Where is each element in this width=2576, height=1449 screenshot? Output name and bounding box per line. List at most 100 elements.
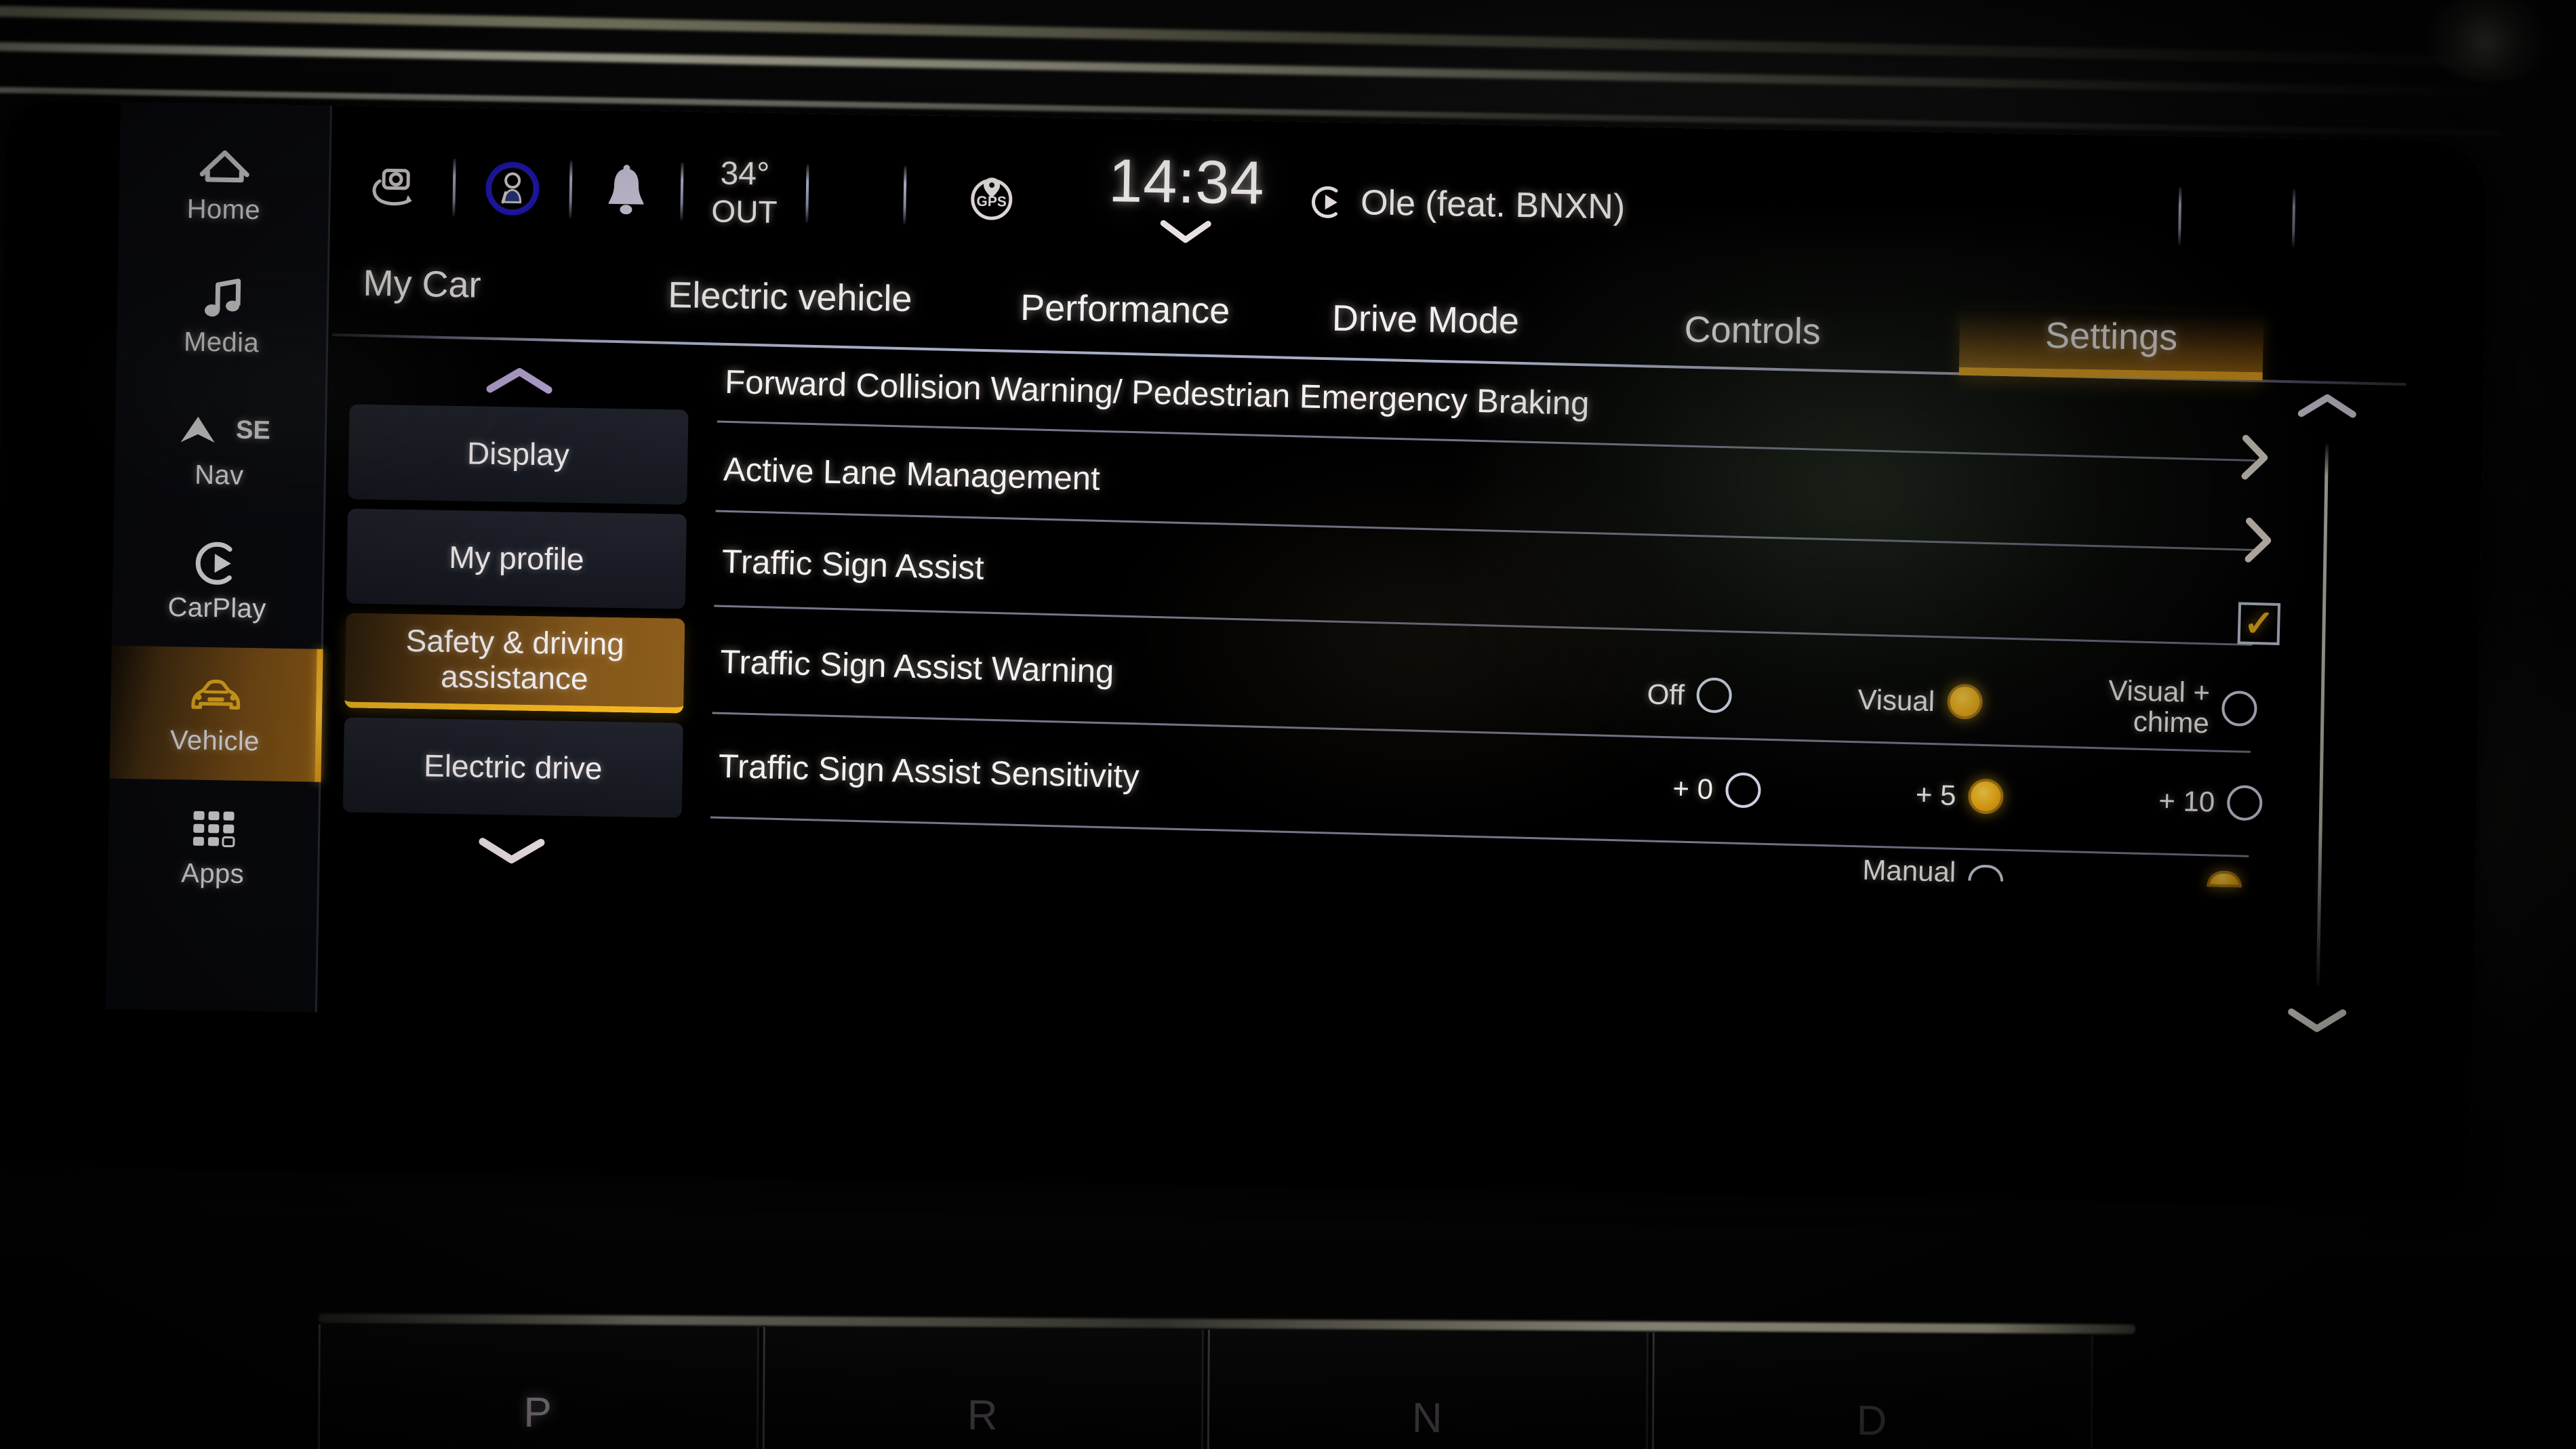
radio-dot-selected[interactable] — [1967, 778, 2005, 815]
tab-my-car[interactable]: My Car — [353, 257, 491, 319]
tab-drive-mode[interactable]: Drive Mode — [1322, 291, 1529, 354]
radio-option-visual[interactable]: Visual — [1857, 682, 1983, 720]
outside-temperature: 34° OUT — [711, 155, 778, 230]
gear-label: D — [1856, 1397, 1889, 1445]
status-right-separators — [2150, 186, 2480, 250]
sidebar-item-apps[interactable]: Apps — [107, 779, 319, 915]
gear-label: P — [523, 1389, 553, 1437]
gear-button-reverse[interactable]: R — [762, 1327, 1204, 1449]
occupant-alert-icon[interactable] — [483, 160, 541, 218]
scroll-down-button[interactable] — [2284, 1004, 2350, 1041]
temperature-label: OUT — [711, 193, 778, 230]
radio-dot[interactable] — [1696, 677, 1733, 714]
radio-label: Visual — [1857, 682, 1935, 717]
now-playing[interactable]: Ole (feat. BNXN) — [1309, 182, 1626, 228]
status-bar: 34° OUT GPS 14:34 Ole (feat. BNXN) — [336, 118, 2480, 289]
scroll-up-button[interactable] — [2295, 389, 2360, 426]
sidebar-item-label: CarPlay — [167, 592, 267, 624]
radio-dot-selected[interactable] — [1946, 683, 1983, 720]
setting-label: Traffic Sign Assist — [721, 543, 985, 587]
radio-label: + 10 — [2158, 784, 2215, 818]
submenu-item-display[interactable]: Display — [348, 404, 689, 505]
radio-label: Visual + chime — [2108, 674, 2211, 739]
submenu-scroll-down-button[interactable] — [338, 821, 685, 880]
radio-option-manual[interactable]: Manual — [1861, 853, 2004, 889]
settings-submenu: Display My profile Safety & driving assi… — [336, 351, 693, 1007]
radio-option-off[interactable]: Off — [1647, 676, 1733, 714]
scrollbar-track[interactable] — [2316, 443, 2329, 987]
gear-button-park[interactable]: P — [317, 1324, 759, 1449]
radio-label: + 5 — [1915, 778, 1957, 812]
sidebar-item-label: Apps — [180, 857, 245, 889]
infotainment-screen-frame: Home Media SE Nav CarPlay Vehicle Apps 3… — [0, 100, 2488, 1207]
gear-button-drive[interactable]: D — [1651, 1332, 2093, 1449]
infotainment-screen: Home Media SE Nav CarPlay Vehicle Apps 3… — [0, 100, 2488, 1207]
tab-settings[interactable]: Settings — [1958, 307, 2264, 381]
bezel-highlight-lower — [0, 42, 2488, 97]
radio-option-auto[interactable] — [2207, 870, 2242, 888]
now-playing-title: Ole (feat. BNXN) — [1360, 183, 1626, 227]
radio-dot[interactable] — [2226, 785, 2263, 821]
radio-dot[interactable] — [1725, 772, 1761, 809]
gear-button-neutral[interactable]: N — [1207, 1330, 1649, 1449]
tab-performance[interactable]: Performance — [1010, 281, 1240, 345]
status-separator — [2177, 187, 2182, 246]
music-note-icon — [193, 272, 251, 322]
radio-dot-selected[interactable] — [2207, 870, 2242, 888]
radio-option-visual-chime[interactable]: Visual + chime — [2107, 674, 2258, 740]
sidebar-item-carplay[interactable]: CarPlay — [112, 513, 323, 649]
radio-option-plus-5[interactable]: + 5 — [1915, 777, 2005, 815]
radio-label: Manual — [1861, 853, 1956, 888]
setting-label: Traffic Sign Assist Warning — [719, 643, 1114, 691]
setting-label: Traffic Sign Assist Sensitivity — [718, 748, 1140, 795]
sidebar-item-nav[interactable]: SE Nav — [114, 380, 325, 516]
settings-list: Forward Collision Warning/ Pedestrian Em… — [708, 344, 2281, 1040]
camera-360-icon[interactable] — [367, 161, 424, 213]
radio-label: + 0 — [1672, 772, 1714, 806]
radio-dot[interactable] — [1967, 864, 2004, 882]
svg-text:GPS: GPS — [976, 194, 1007, 210]
submenu-item-electric-drive[interactable]: Electric drive — [342, 717, 683, 818]
status-separator — [903, 165, 907, 225]
list-scrollbar[interactable] — [2262, 388, 2381, 1041]
traffic-sign-assist-sensitivity-options: + 0 + 5 + 10 — [1672, 771, 2263, 821]
chevron-down-icon[interactable] — [1156, 216, 1215, 249]
carplay-icon — [1309, 184, 1346, 221]
status-separator — [2291, 188, 2296, 247]
status-separator — [452, 158, 456, 217]
bezel-highlight-upper — [0, 5, 2501, 67]
sidebar-item-label: Vehicle — [169, 724, 260, 756]
radio-option-plus-10[interactable]: + 10 — [2158, 783, 2263, 821]
gear-selector-console: P R N D — [317, 1313, 2135, 1449]
main-nav-sidebar: Home Media SE Nav CarPlay Vehicle Apps — [105, 102, 332, 1013]
submenu-scroll-up-button[interactable] — [346, 351, 693, 409]
submenu-item-safety-driving-assistance[interactable]: Safety & driving assistance — [344, 613, 685, 714]
temperature-value: 34° — [720, 155, 770, 192]
sidebar-item-media[interactable]: Media — [116, 247, 327, 384]
gear-label: N — [1411, 1394, 1444, 1442]
gps-icon: GPS — [963, 167, 1020, 225]
apps-grid-icon — [184, 804, 242, 853]
clock-widget[interactable]: 14:34 — [1108, 146, 1265, 249]
navigation-arrow-icon — [169, 405, 227, 455]
radio-dot[interactable] — [2221, 691, 2258, 727]
sidebar-item-label: Nav — [194, 460, 244, 491]
traffic-sign-assist-warning-options: Off Visual Visual + chime — [1647, 663, 2258, 739]
status-separator — [805, 164, 809, 223]
setting-label: Active Lane Management — [723, 451, 1101, 497]
nav-direction-badge: SE — [235, 415, 271, 445]
dashboard-knob-glint — [2427, 0, 2556, 81]
status-separator — [569, 160, 573, 219]
gear-label: R — [967, 1391, 999, 1440]
submenu-item-my-profile[interactable]: My profile — [346, 508, 687, 609]
sidebar-item-home[interactable]: Home — [118, 115, 329, 251]
dashboard-photo-scene: Home Media SE Nav CarPlay Vehicle Apps 3… — [0, 0, 2576, 1449]
tab-electric-vehicle[interactable]: Electric vehicle — [658, 268, 923, 332]
bell-icon[interactable] — [600, 162, 652, 220]
sidebar-item-vehicle[interactable]: Vehicle — [109, 645, 321, 782]
status-separator — [680, 162, 684, 221]
tab-controls[interactable]: Controls — [1674, 303, 1831, 365]
radio-option-plus-0[interactable]: + 0 — [1672, 771, 1761, 809]
home-icon — [195, 140, 253, 189]
sidebar-item-label: Home — [186, 193, 261, 225]
